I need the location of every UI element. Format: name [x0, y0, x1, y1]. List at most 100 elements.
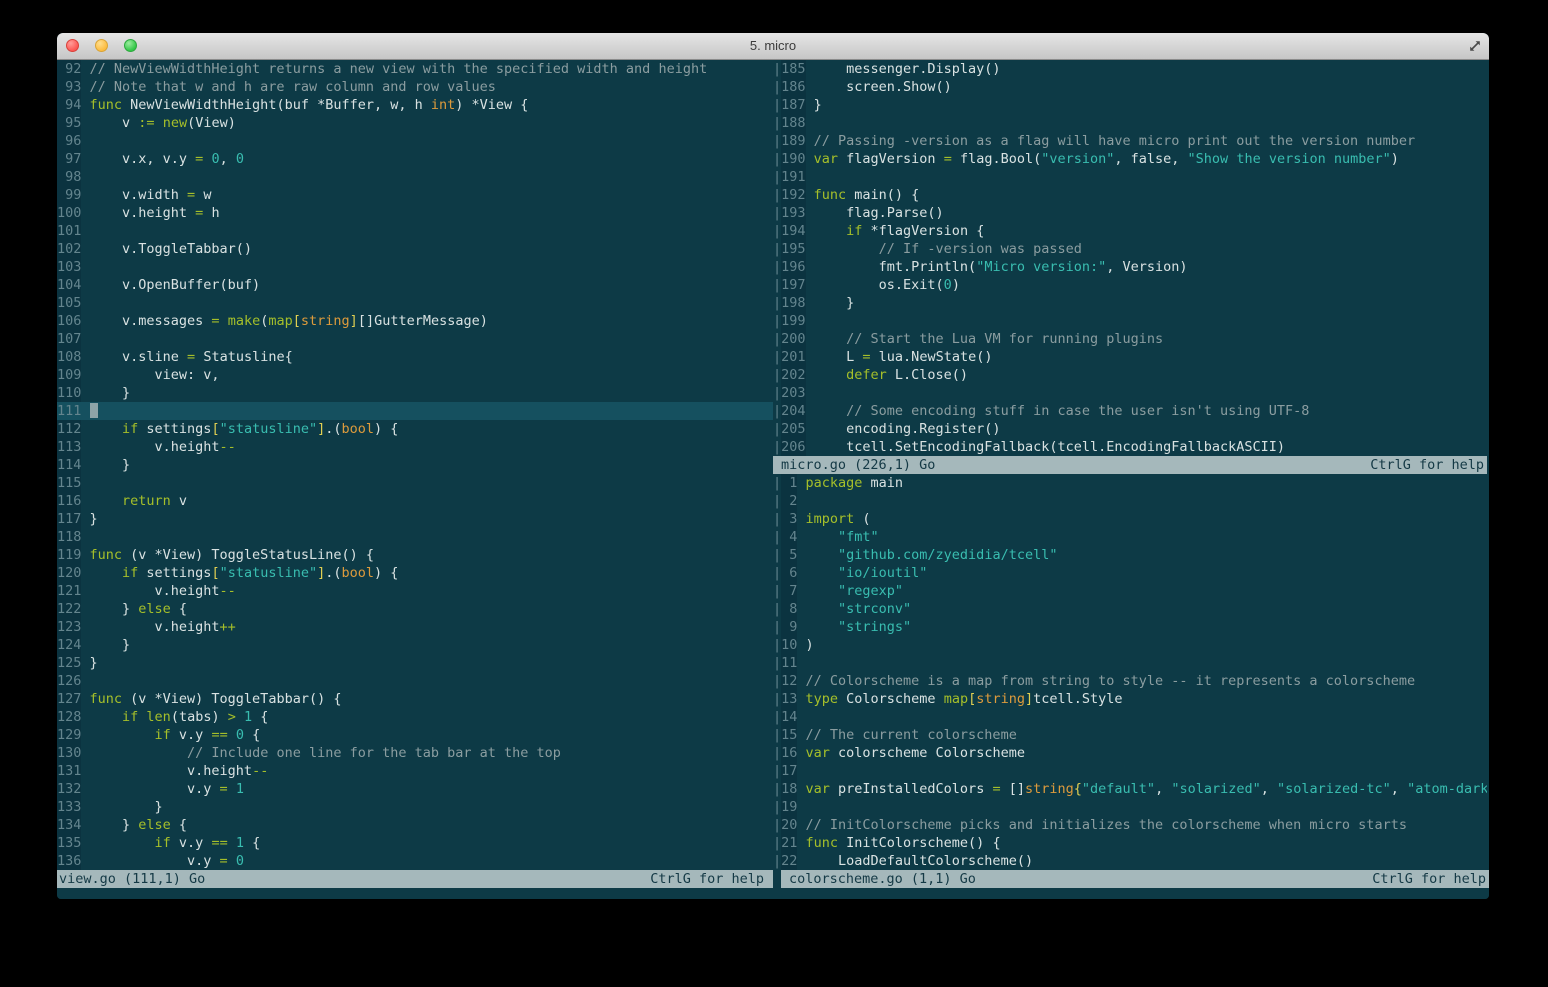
code-line[interactable]: 122 } else { [57, 600, 773, 618]
code-line[interactable]: 135 if v.y == 1 { [57, 834, 773, 852]
code-line[interactable]: 97 v.x, v.y = 0, 0 [57, 150, 773, 168]
code-line[interactable]: | 199 [773, 312, 1487, 330]
code-line[interactable]: | 198 } [773, 294, 1487, 312]
code-line[interactable]: | 194 if *flagVersion { [773, 222, 1487, 240]
code-line[interactable]: 108 v.sline = Statusline{ [57, 348, 773, 366]
code-line[interactable]: 111 [57, 402, 773, 420]
code-line[interactable]: 94 func NewViewWidthHeight(buf *Buffer, w… [57, 96, 773, 114]
code-line[interactable]: 132 v.y = 1 [57, 780, 773, 798]
code-line[interactable]: | 190 var flagVersion = flag.Bool("version… [773, 150, 1487, 168]
code-line[interactable]: | 203 [773, 384, 1487, 402]
code-line[interactable]: | 22 LoadDefaultColorscheme() [773, 852, 1487, 870]
code-line[interactable]: | 188 [773, 114, 1487, 132]
code-line[interactable]: | 196 fmt.Println("Micro version:", Versi… [773, 258, 1487, 276]
code-line[interactable]: | 15 // The current colorscheme [773, 726, 1487, 744]
code-line[interactable]: 93 // Note that w and h are raw column an… [57, 78, 773, 96]
code-line[interactable]: 100 v.height = h [57, 204, 773, 222]
code-line[interactable]: 105 [57, 294, 773, 312]
code-line[interactable]: 113 v.height-- [57, 438, 773, 456]
code-line[interactable]: | 9 "strings" [773, 618, 1487, 636]
code-line[interactable]: 123 v.height++ [57, 618, 773, 636]
editor-pane-micro-go[interactable]: | 185 messenger.Display() | 186 screen.Show… [773, 60, 1487, 456]
code-line[interactable]: | 6 "io/ioutil" [773, 564, 1487, 582]
code-line[interactable]: | 2 [773, 492, 1487, 510]
code-line[interactable]: | 192 func main() { [773, 186, 1487, 204]
code-line[interactable]: | 14 [773, 708, 1487, 726]
code-line[interactable]: 134 } else { [57, 816, 773, 834]
code-line[interactable]: | 189 // Passing -version as a flag will h… [773, 132, 1487, 150]
code-line[interactable]: 115 [57, 474, 773, 492]
code-line[interactable]: 103 [57, 258, 773, 276]
code-line[interactable]: 128 if len(tabs) > 1 { [57, 708, 773, 726]
code-line[interactable]: 117} [57, 510, 773, 528]
code-line[interactable]: 129 if v.y == 0 { [57, 726, 773, 744]
code-line[interactable]: | 206 tcell.SetEncodingFallback(tcell.Enc… [773, 438, 1487, 456]
code-line[interactable]: 136 v.y = 0 [57, 852, 773, 870]
code-line[interactable]: 102 v.ToggleTabbar() [57, 240, 773, 258]
code-line[interactable]: 119 func (v *View) ToggleStatusLine() { [57, 546, 773, 564]
code-line[interactable]: 131 v.height-- [57, 762, 773, 780]
code-line[interactable]: | 12 // Colorscheme is a map from string t… [773, 672, 1487, 690]
code-line[interactable]: 120 if settings["statusline"].(bool) { [57, 564, 773, 582]
code-line[interactable]: | 191 [773, 168, 1487, 186]
code-line[interactable]: 114 } [57, 456, 773, 474]
code-line[interactable]: | 195 // If -version was passed [773, 240, 1487, 258]
code-line[interactable]: 126 [57, 672, 773, 690]
code-line[interactable]: 99 v.width = w [57, 186, 773, 204]
code-line[interactable]: | 18 var preInstalledColors = []string{"de… [773, 780, 1487, 798]
code-line[interactable]: 127 func (v *View) ToggleTabbar() { [57, 690, 773, 708]
code-text: } [89, 637, 131, 653]
code-line[interactable]: 112 if settings["statusline"].(bool) { [57, 420, 773, 438]
code-line[interactable]: | 187} [773, 96, 1487, 114]
code-line[interactable]: | 200 // Start the Lua VM for running plu… [773, 330, 1487, 348]
code-line[interactable]: | 11 [773, 654, 1487, 672]
code-line[interactable]: 121 v.height-- [57, 582, 773, 600]
window-titlebar[interactable]: 5. micro [57, 33, 1489, 60]
statusbar-micro-go: micro.go (226,1) Go CtrlG for help [773, 456, 1487, 474]
code-line[interactable]: 101 [57, 222, 773, 240]
code-line[interactable]: 98 [57, 168, 773, 186]
code-line[interactable]: | 201 L = lua.NewState() [773, 348, 1487, 366]
code-line[interactable]: | 13 type Colorscheme map[string]tcell.Sty… [773, 690, 1487, 708]
code-line[interactable]: 92 // NewViewWidthHeight returns a new vi… [57, 60, 773, 78]
code-line[interactable]: | 193 flag.Parse() [773, 204, 1487, 222]
code-line[interactable]: 133 } [57, 798, 773, 816]
code-line[interactable]: | 20 // InitColorscheme picks and initiali… [773, 816, 1487, 834]
code-line[interactable]: 110 } [57, 384, 773, 402]
code-line[interactable]: | 205 encoding.Register() [773, 420, 1487, 438]
code-line[interactable]: | 17 [773, 762, 1487, 780]
code-line[interactable]: 124 } [57, 636, 773, 654]
editor-pane-colorscheme-go[interactable]: | 1 package main | 2 | 3 import (| 4 "fmt" | 5 "gi… [773, 474, 1487, 870]
code-line[interactable]: 106 v.messages = make(map[string][]Gutte… [57, 312, 773, 330]
code-line[interactable]: | 186 screen.Show() [773, 78, 1487, 96]
code-line[interactable]: | 1 package main [773, 474, 1487, 492]
code-line[interactable]: | 21 func InitColorscheme() { [773, 834, 1487, 852]
code-line[interactable]: 107 [57, 330, 773, 348]
code-line[interactable]: | 204 // Some encoding stuff in case the … [773, 402, 1487, 420]
code-line[interactable]: | 16 var colorscheme Colorscheme [773, 744, 1487, 762]
code-line[interactable]: | 10) [773, 636, 1487, 654]
code-line[interactable]: | 185 messenger.Display() [773, 60, 1487, 78]
code-line[interactable]: | 3 import ( [773, 510, 1487, 528]
code-line[interactable]: | 197 os.Exit(0) [773, 276, 1487, 294]
code-line[interactable]: 109 view: v, [57, 366, 773, 384]
code-text: } [813, 97, 822, 113]
code-line[interactable]: | 202 defer L.Close() [773, 366, 1487, 384]
code-line[interactable]: | 19 [773, 798, 1487, 816]
code-text: } [89, 457, 131, 473]
line-number: 126 [57, 672, 82, 690]
code-line[interactable]: 116 return v [57, 492, 773, 510]
code-line[interactable]: 95 v := new(View) [57, 114, 773, 132]
code-line[interactable]: 96 [57, 132, 773, 150]
code-line[interactable]: | 7 "regexp" [773, 582, 1487, 600]
code-line[interactable]: 104 v.OpenBuffer(buf) [57, 276, 773, 294]
code-line[interactable]: 130 // Include one line for the tab bar … [57, 744, 773, 762]
code-line[interactable]: | 5 "github.com/zyedidia/tcell" [773, 546, 1487, 564]
code-line[interactable]: | 8 "strconv" [773, 600, 1487, 618]
fullscreen-arrows-icon[interactable] [1467, 38, 1483, 54]
code-line[interactable]: 125} [57, 654, 773, 672]
code-line[interactable]: | 4 "fmt" [773, 528, 1487, 546]
code-line[interactable]: 118 [57, 528, 773, 546]
editor-pane-view-go[interactable]: 92 // NewViewWidthHeight returns a new vi… [57, 60, 773, 870]
